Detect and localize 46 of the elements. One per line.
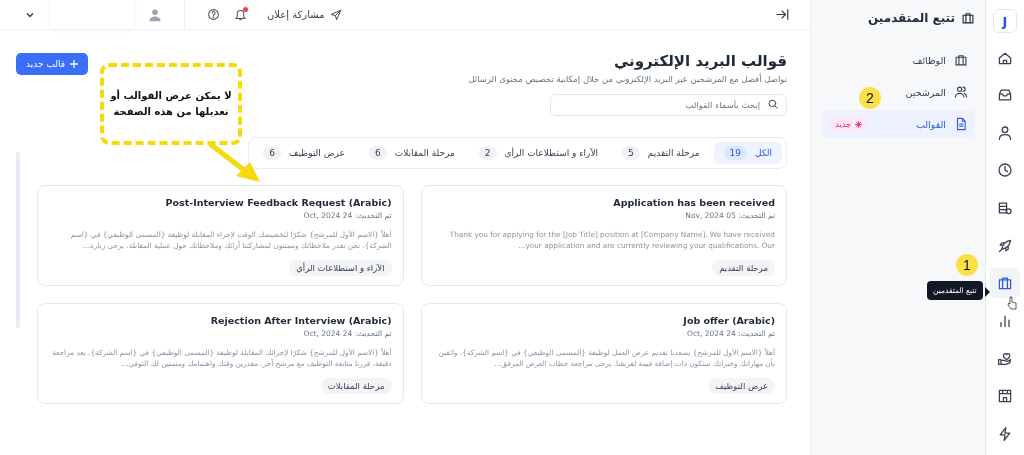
- template-title: Application has been received: [613, 197, 775, 208]
- briefcase-icon: [997, 275, 1013, 292]
- search-field[interactable]: إبحث بأسماء القوالب: [550, 94, 787, 116]
- plus-icon: [70, 60, 78, 68]
- cursor-icon: [1007, 296, 1017, 310]
- callout-arrow: [208, 142, 262, 184]
- page-title: قوالب البريد الإلكتروني: [612, 52, 787, 70]
- sidebar-title: تتبع المتقدمين: [868, 11, 955, 25]
- stage-tag: الآراء و استطلاعات الرأي: [289, 260, 392, 277]
- share-job-button[interactable]: مشاركة إعلان: [267, 8, 342, 21]
- search-icon: [767, 98, 779, 110]
- sidebar-item[interactable]: الوظائف: [822, 46, 975, 74]
- document-icon: [954, 117, 968, 131]
- question-circle-icon: [207, 8, 220, 21]
- count-badge: 5: [622, 146, 640, 160]
- sidebar-item[interactable]: القوالب جديد: [822, 110, 975, 138]
- app-logo[interactable]: J: [993, 9, 1017, 33]
- rocket-icon: [997, 237, 1013, 254]
- users-icon: [954, 85, 968, 99]
- callout-note: لا يمكن عرض القوالب أو تعديلها من هذه الصفحة: [100, 63, 242, 145]
- stage-tag: مرحلة المقابلات: [320, 378, 392, 395]
- stage-tag: عرض التوظيف: [708, 378, 775, 395]
- briefcase-icon: [961, 11, 975, 25]
- nav-button[interactable]: [990, 268, 1020, 299]
- collapse-sidebar-icon[interactable]: [775, 7, 790, 22]
- hand-heart-icon: [997, 350, 1013, 367]
- send-icon: [329, 8, 342, 21]
- briefcase-icon: [954, 53, 968, 67]
- stage-tag: مرحلة التقديم: [712, 260, 775, 277]
- new-template-button[interactable]: قالب جديد: [16, 53, 88, 75]
- page-subtitle: تواصل أفضل مع المرشحين عبر البريد الإلكتروني من خلال إمكانية تخصيص محتوى الرسائل: [468, 74, 787, 84]
- help-icon[interactable]: [207, 8, 220, 21]
- count-badge: 6: [263, 146, 282, 160]
- notification-bell-icon[interactable]: [234, 8, 247, 21]
- count-badge: 6: [368, 146, 387, 160]
- store-icon: [997, 387, 1013, 404]
- lightning-icon: [997, 425, 1013, 442]
- template-title: Post-Interview Feedback Request (Arabic): [165, 197, 392, 208]
- template-card[interactable]: [37, 185, 404, 287]
- count-badge: 19: [723, 146, 747, 160]
- template-title: Rejection After Interview (Arabic): [210, 315, 392, 327]
- user-icon: [997, 124, 1013, 141]
- count-badge: 2: [478, 146, 497, 160]
- new-badge: جديد: [829, 117, 868, 131]
- clock-icon: [997, 162, 1013, 179]
- template-title: Job offer (Arabic): [683, 315, 775, 327]
